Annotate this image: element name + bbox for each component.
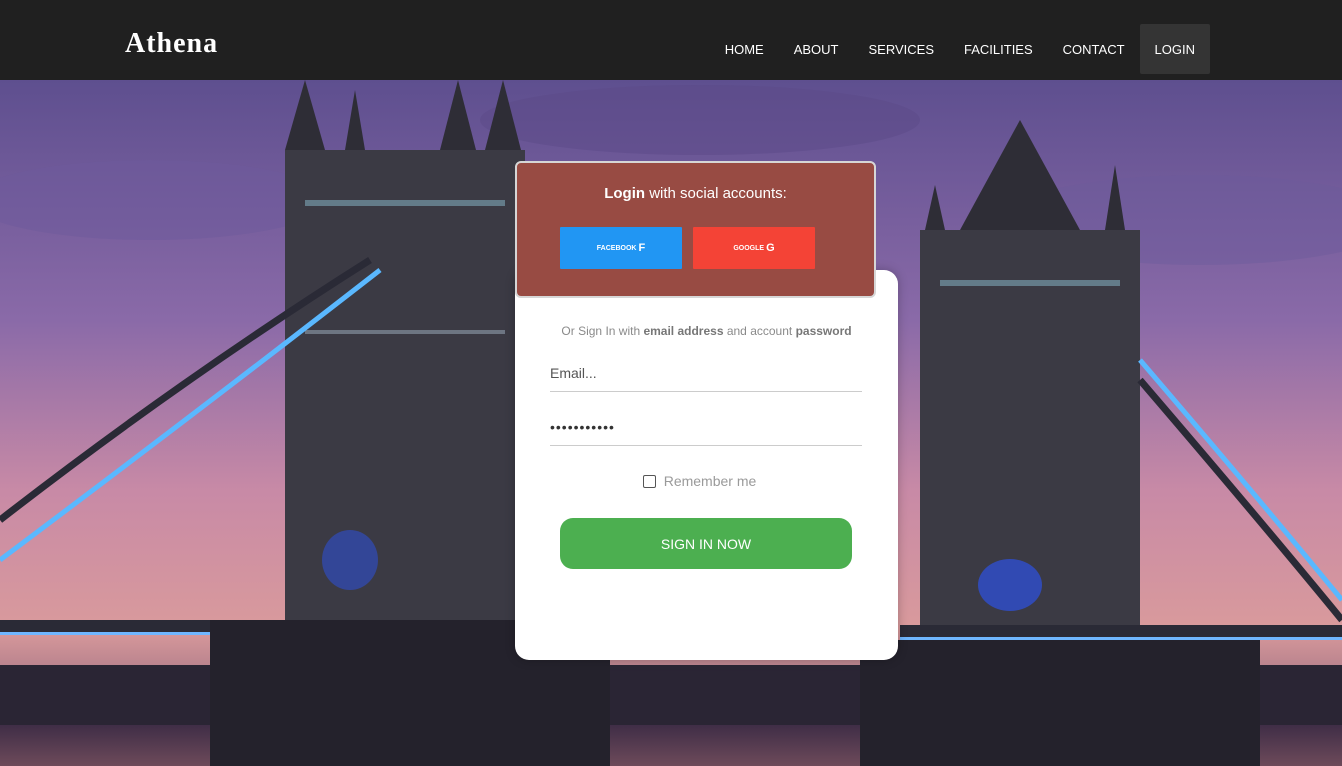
social-login-title: Login with social accounts: — [517, 185, 874, 202]
social-title-bold: Login — [604, 185, 646, 202]
hint-email: email address — [643, 324, 724, 338]
hint-prefix: Or Sign In with — [561, 324, 644, 338]
nav-item-services[interactable]: SERVICES — [854, 24, 950, 74]
hint-mid: and account — [723, 324, 796, 338]
login-card: Or Sign In with email address and accoun… — [515, 270, 898, 660]
remember-me-checkbox[interactable] — [642, 474, 656, 488]
sign-in-hint: Or Sign In with email address and accoun… — [515, 324, 898, 338]
nav-item-login[interactable]: LOGIN — [1139, 24, 1210, 74]
navbar: Athena HOME ABOUT SERVICES FACILITIES CO… — [0, 0, 1342, 80]
facebook-icon: f — [638, 242, 646, 254]
email-field[interactable] — [550, 355, 862, 392]
hint-password: password — [795, 324, 852, 338]
nav-item-about[interactable]: ABOUT — [779, 24, 854, 74]
facebook-login-button[interactable]: FACEBOOK f — [560, 227, 682, 269]
brand-logo[interactable]: Athena — [125, 28, 218, 60]
social-login-header: Login with social accounts: FACEBOOK f G… — [515, 161, 876, 298]
remember-me-label[interactable]: Remember me — [664, 473, 757, 489]
google-label: GOOGLE — [733, 244, 765, 252]
remember-me-row: Remember me — [515, 473, 898, 489]
nav-menu: HOME ABOUT SERVICES FACILITIES CONTACT L… — [710, 24, 1210, 74]
nav-item-contact[interactable]: CONTACT — [1048, 24, 1140, 74]
google-login-button[interactable]: GOOGLE G — [693, 227, 815, 269]
nav-item-home[interactable]: HOME — [710, 24, 779, 74]
social-title-rest: with social accounts: — [645, 185, 787, 202]
google-icon: G — [766, 242, 775, 254]
sign-in-button[interactable]: SIGN IN NOW — [560, 518, 852, 569]
facebook-label: FACEBOOK — [596, 244, 637, 252]
nav-item-facilities[interactable]: FACILITIES — [949, 24, 1048, 74]
password-field[interactable] — [550, 409, 862, 446]
